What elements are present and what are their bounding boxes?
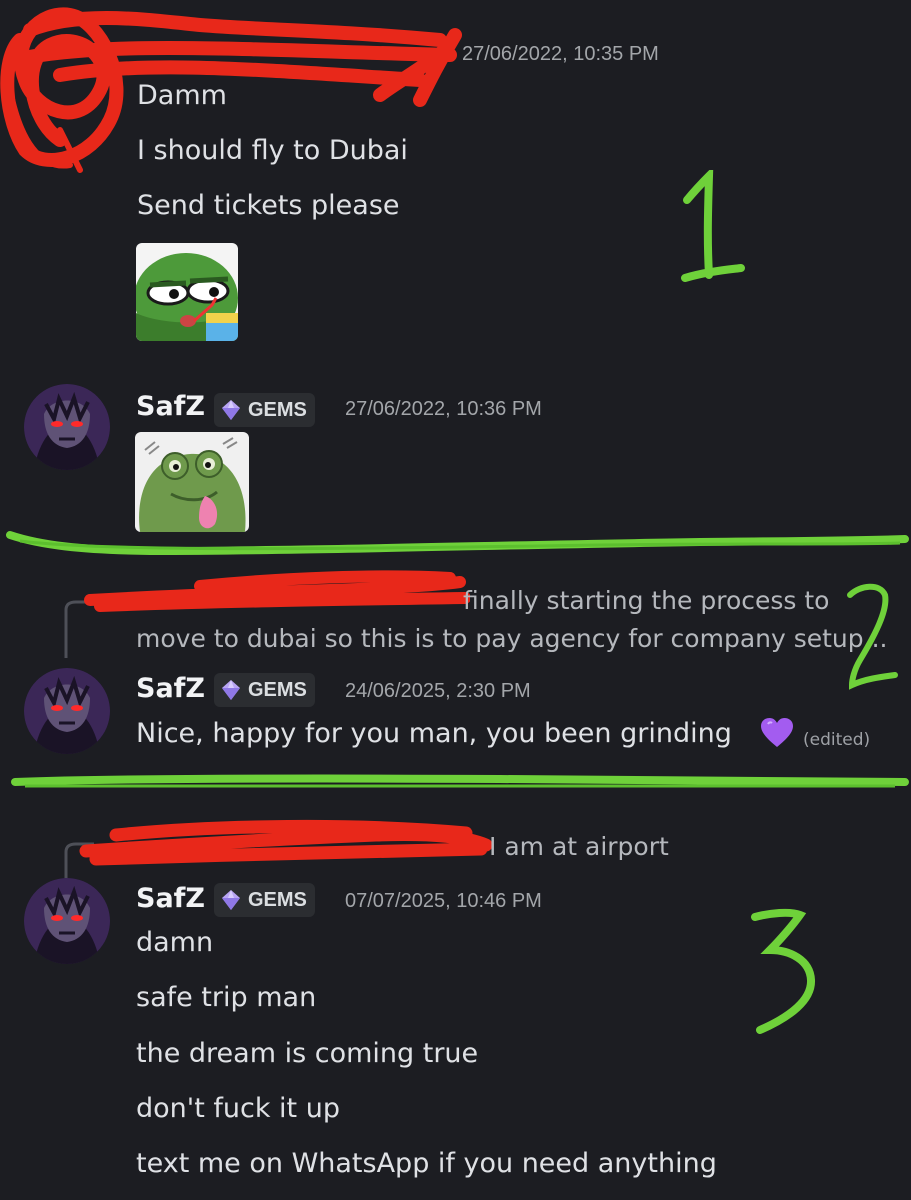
- username[interactable]: SafZ: [136, 673, 205, 704]
- server-tag[interactable]: GEMS: [214, 673, 315, 707]
- redaction-scribble-reply: [79, 819, 493, 866]
- pepe-drinking-sticker[interactable]: [136, 243, 238, 341]
- username[interactable]: SafZ: [136, 883, 205, 914]
- message-text: Nice, happy for you man, you been grindi…: [136, 718, 732, 749]
- tag-label: GEMS: [248, 888, 307, 911]
- server-tag[interactable]: GEMS: [214, 393, 315, 427]
- message-line: I should fly to Dubai: [137, 135, 408, 166]
- tag-label: GEMS: [248, 398, 307, 421]
- timestamp: 24/06/2025, 2:30 PM: [345, 680, 531, 702]
- tag-label: GEMS: [248, 678, 307, 701]
- reply-preview-text[interactable]: finally starting the process to: [463, 586, 829, 615]
- timestamp: 07/07/2025, 10:46 PM: [345, 890, 542, 912]
- gem-icon: [222, 680, 240, 700]
- purple-heart-icon: [761, 718, 793, 747]
- message-line: don't fuck it up: [136, 1093, 340, 1124]
- gem-icon: [222, 400, 240, 420]
- redaction-scribble-reply: [84, 570, 470, 612]
- annotation-number-3: [751, 908, 815, 1034]
- reply-preview-text[interactable]: move to dubai so this is to pay agency f…: [136, 624, 888, 653]
- avatar[interactable]: [24, 668, 110, 754]
- message-line: text me on WhatsApp if you need anything: [136, 1148, 717, 1179]
- gem-icon: [222, 890, 240, 910]
- message-line: Send tickets please: [137, 190, 400, 221]
- annotation-number-2: [847, 583, 898, 690]
- username[interactable]: SafZ: [136, 391, 205, 422]
- avatar[interactable]: [24, 384, 110, 470]
- edited-label: (edited): [803, 730, 871, 750]
- avatar[interactable]: [24, 878, 110, 964]
- timestamp: 27/06/2022, 10:36 PM: [345, 398, 542, 420]
- message-line: safe trip man: [136, 982, 317, 1013]
- annotation-divider: [6, 531, 909, 556]
- annotation-number-1: [681, 170, 745, 282]
- annotation-divider: [11, 774, 909, 788]
- message-line: Damm: [137, 80, 227, 111]
- reply-preview-text[interactable]: I am at airport: [489, 832, 669, 861]
- timestamp: 27/06/2022, 10:35 PM: [462, 43, 659, 65]
- message-line: damn: [136, 927, 214, 958]
- message-line: the dream is coming true: [136, 1038, 479, 1069]
- server-tag[interactable]: GEMS: [214, 883, 315, 917]
